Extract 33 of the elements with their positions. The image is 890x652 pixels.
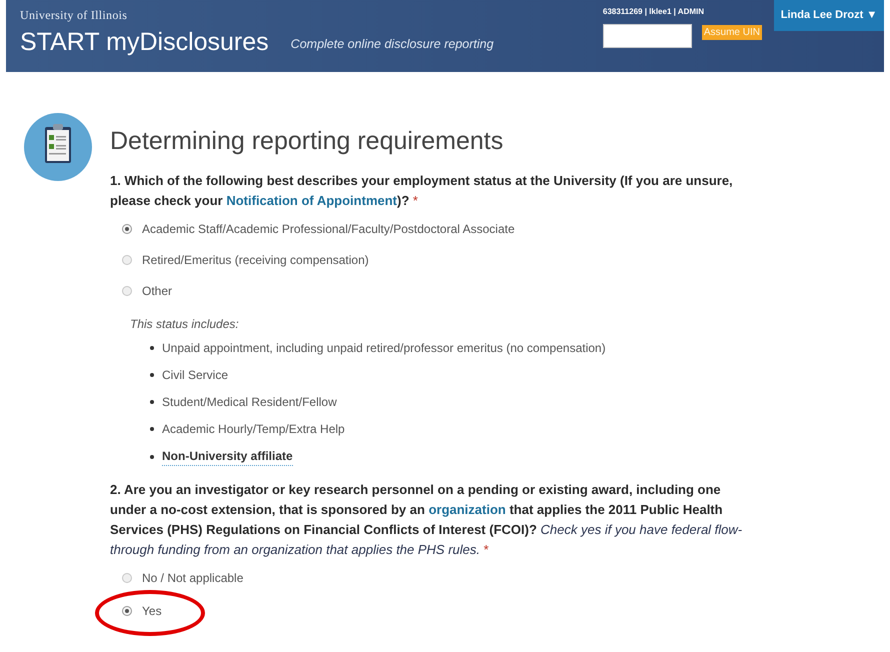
bullet-icon — [150, 400, 154, 404]
radio-button[interactable] — [122, 606, 132, 616]
option-label: Other — [142, 283, 172, 300]
page-title: Determining reporting requirements — [110, 129, 504, 154]
question-link[interactable]: organization — [428, 502, 506, 517]
bullet-icon — [150, 454, 154, 458]
radio-button[interactable] — [122, 224, 132, 234]
question-text: 2. Are you an investigator or key research personnel on a pending or existing award, including one under a no-cost extension, that is sponsored by an organization that applies the 2011 Public Health Services (PHS) Regulations on Financial Conflicts of Interest (FCOI)? Check yes if you have federal flow-through funding from an organization that applies the PHS rules. * — [110, 481, 744, 559]
app-title: START myDisclosures — [20, 30, 269, 55]
status-item: Academic Hourly/Temp/Extra Help — [162, 421, 345, 438]
university-name: University of Illinois — [20, 7, 128, 24]
includes-caption: This status includes: — [130, 317, 239, 331]
bullet-icon — [150, 346, 154, 350]
status-item: Student/Medical Resident/Fellow — [162, 394, 337, 411]
option-label: Academic Staff/Academic Professional/Faculty/Postdoctoral Associate — [142, 221, 515, 238]
term-link[interactable]: Non-University affiliate — [162, 447, 293, 466]
radio-button[interactable] — [122, 255, 132, 265]
option-label: Yes — [142, 603, 162, 620]
question-link[interactable]: Notification of Appointment — [226, 193, 398, 208]
option-label: No / Not applicable — [142, 570, 244, 587]
uin-input[interactable] — [602, 24, 692, 48]
user-menu-button[interactable]: Linda Lee Drozt ▼ — [774, 0, 884, 31]
option-label: Retired/Emeritus (receiving compensation) — [142, 252, 369, 269]
radio-button[interactable] — [122, 286, 132, 296]
clipboard-icon — [24, 113, 92, 181]
question-text: 1. Which of the following best describes your employment status at the University (If you are unsure, please check your Notification of Appointment)? * — [110, 172, 734, 210]
status-item: Unpaid appointment, including unpaid retired/professor emeritus (no compensation) — [162, 340, 606, 357]
status-item: Civil Service — [162, 367, 228, 384]
session-info: 638311269 | lklee1 | ADMIN — [602, 6, 706, 18]
bullet-icon — [150, 373, 154, 377]
tagline: Complete online disclosure reporting — [290, 36, 494, 54]
bullet-icon — [150, 427, 154, 431]
radio-button[interactable] — [122, 573, 132, 583]
